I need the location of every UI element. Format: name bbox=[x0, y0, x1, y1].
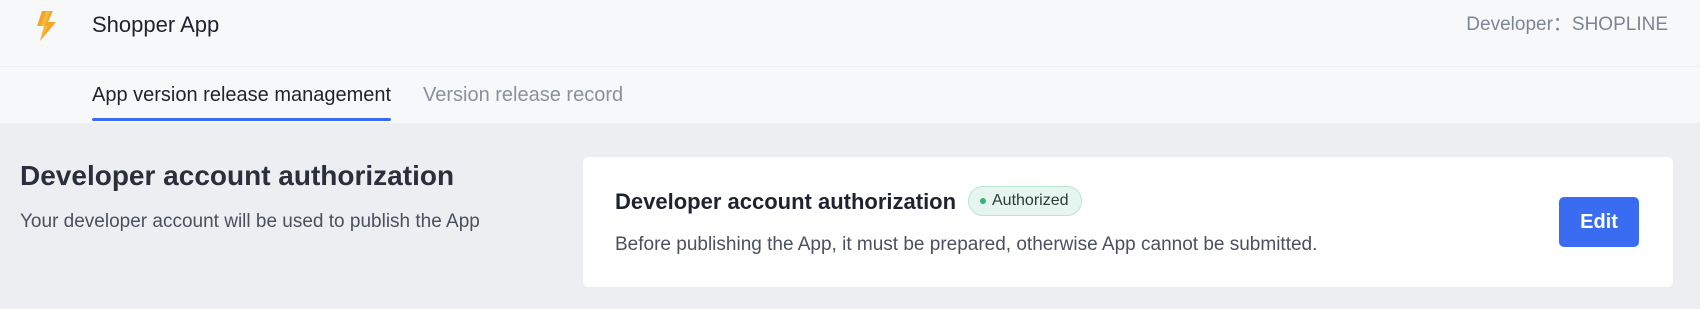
status-badge: Authorized bbox=[968, 186, 1082, 216]
developer-label: Developer：SHOPLINE bbox=[1466, 14, 1668, 35]
active-tab-indicator bbox=[92, 118, 391, 121]
status-badge-label: Authorized bbox=[992, 192, 1069, 209]
section-description: Your developer account will be used to p… bbox=[20, 211, 480, 232]
status-dot-icon bbox=[980, 198, 986, 204]
section-title: Developer account authorization bbox=[20, 160, 455, 191]
app-name: Shopper App bbox=[92, 12, 220, 37]
edit-button[interactable]: Edit bbox=[1559, 197, 1639, 247]
card-description: Before publishing the App, it must be pr… bbox=[615, 234, 1318, 255]
card-title: Developer account authorization bbox=[615, 189, 957, 214]
app-header: Shopper App Developer：SHOPLINE bbox=[0, 0, 1700, 67]
tab-version-release-record[interactable]: Version release record bbox=[423, 81, 623, 109]
authorization-card: Developer account authorization Authoriz… bbox=[583, 157, 1673, 287]
tab-bar: App version release management Version r… bbox=[0, 67, 1700, 123]
lightning-bolt-icon bbox=[37, 11, 56, 41]
tab-app-version-release-management[interactable]: App version release management bbox=[92, 81, 391, 109]
